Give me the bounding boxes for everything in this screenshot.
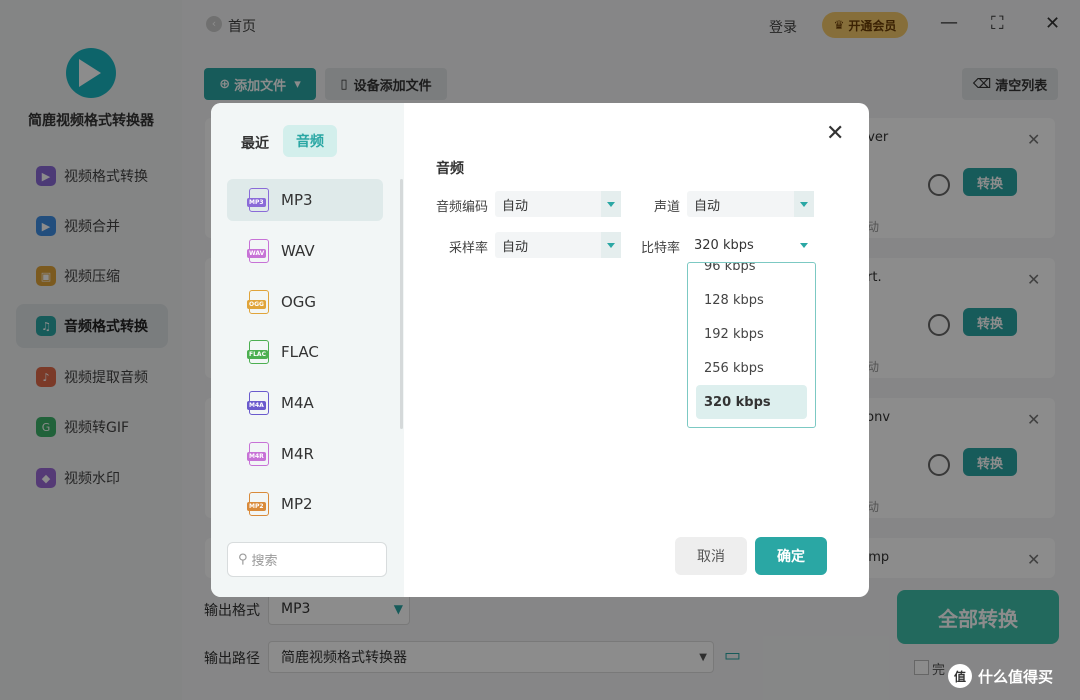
samplerate-select[interactable]: 自动 xyxy=(495,232,621,258)
format-label: MP3 xyxy=(281,191,313,209)
format-search-input[interactable]: ⚲ 搜索 xyxy=(227,542,387,577)
samplerate-value: 自动 xyxy=(502,239,529,255)
chevron-down-icon xyxy=(601,191,621,217)
bitrate-option[interactable]: 192 kbps xyxy=(696,317,807,351)
bitrate-dropdown: 96 kbps 128 kbps 192 kbps 256 kbps 320 k… xyxy=(687,262,816,428)
section-title: 音频 xyxy=(436,161,464,177)
bitrate-option[interactable]: 96 kbps xyxy=(696,263,807,283)
mp2-file-icon: MP2 xyxy=(247,492,269,516)
channel-select[interactable]: 自动 xyxy=(687,191,814,217)
search-placeholder: 搜索 xyxy=(251,554,278,569)
format-label: OGG xyxy=(281,293,317,311)
samplerate-label: 采样率 xyxy=(448,241,488,256)
codec-value: 自动 xyxy=(502,198,529,214)
format-item-mp2[interactable]: MP2 MP2 xyxy=(227,483,383,525)
chevron-down-icon xyxy=(601,232,621,258)
flac-file-icon: FLAC xyxy=(247,340,269,364)
format-list-scrollbar[interactable] xyxy=(400,179,403,429)
format-item-mp3[interactable]: MP3 MP3 xyxy=(227,179,383,221)
format-item-wav[interactable]: WAV WAV xyxy=(227,230,383,272)
chevron-down-icon xyxy=(794,232,814,258)
bitrate-option-selected[interactable]: 320 kbps xyxy=(696,385,807,419)
format-item-m4a[interactable]: M4A M4A xyxy=(227,382,383,424)
format-list-panel: 最近 音频 MP3 MP3 WAV WAV OGG OGG FLAC FLAC … xyxy=(211,103,404,597)
format-label: M4A xyxy=(281,394,314,412)
watermark-text: 什么值得买 xyxy=(978,667,1054,686)
codec-label: 音频编码 xyxy=(435,200,488,215)
mp3-file-icon: MP3 xyxy=(247,188,269,212)
cancel-button[interactable]: 取消 xyxy=(675,537,747,575)
bitrate-label: 比特率 xyxy=(640,241,680,256)
channel-label: 声道 xyxy=(653,200,680,215)
search-icon: ⚲ xyxy=(238,552,248,567)
format-label: M4R xyxy=(281,445,314,463)
wav-file-icon: WAV xyxy=(247,239,269,263)
bitrate-select[interactable]: 320 kbps xyxy=(687,232,814,258)
channel-value: 自动 xyxy=(694,198,721,214)
tab-audio[interactable]: 音频 xyxy=(283,125,337,157)
bitrate-option[interactable]: 256 kbps xyxy=(696,351,807,385)
format-label: MP2 xyxy=(281,495,313,513)
watermark-logo: 值 xyxy=(948,664,972,688)
m4r-file-icon: M4R xyxy=(247,442,269,466)
codec-select[interactable]: 自动 xyxy=(495,191,621,217)
m4a-file-icon: M4A xyxy=(247,391,269,415)
tab-recent[interactable]: 最近 xyxy=(241,133,269,153)
bitrate-value: 320 kbps xyxy=(694,237,754,253)
format-item-flac[interactable]: FLAC FLAC xyxy=(227,331,383,373)
format-item-ogg[interactable]: OGG OGG xyxy=(227,281,383,323)
format-label: WAV xyxy=(281,242,315,260)
ogg-file-icon: OGG xyxy=(247,290,269,314)
watermark: 值 什么值得买 xyxy=(948,664,1053,688)
close-icon[interactable]: ✕ xyxy=(826,121,844,146)
format-item-m4r[interactable]: M4R M4R xyxy=(227,433,383,475)
format-label: FLAC xyxy=(281,343,319,361)
chevron-down-icon xyxy=(794,191,814,217)
bitrate-option[interactable]: 128 kbps xyxy=(696,283,807,317)
confirm-button[interactable]: 确定 xyxy=(755,537,827,575)
format-dialog: 最近 音频 MP3 MP3 WAV WAV OGG OGG FLAC FLAC … xyxy=(211,103,869,597)
